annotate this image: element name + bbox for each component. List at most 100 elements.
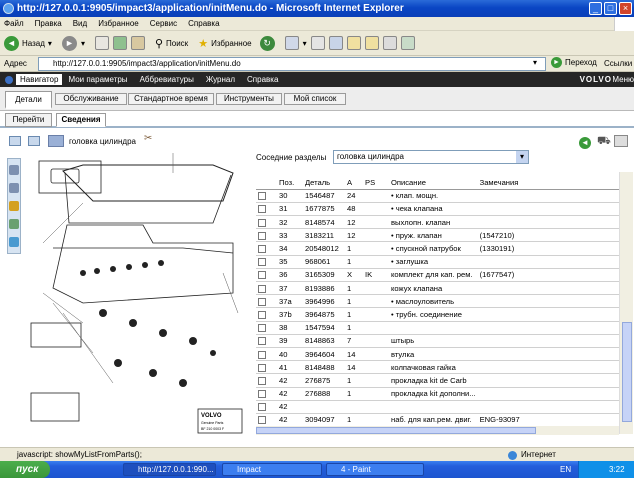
table-row[interactable]: 42: [256, 400, 624, 414]
go-button[interactable]: ► Переход: [551, 57, 597, 68]
tab-tools[interactable]: Инструменты: [216, 93, 282, 105]
vertical-scrollbar[interactable]: [619, 172, 633, 434]
scrollbar-thumb[interactable]: [622, 322, 632, 422]
nav-help[interactable]: Справка: [241, 74, 284, 85]
row-checkbox[interactable]: [258, 258, 266, 267]
task-ie[interactable]: http://127.0.0.1:990...: [123, 463, 216, 476]
table-row[interactable]: 36 3165309 X IK комплект для кап. рем. (16775…: [256, 268, 624, 282]
forward-arrow-icon[interactable]: ►: [61, 35, 77, 51]
reset-icon[interactable]: [9, 237, 19, 247]
table-row[interactable]: 37 8193886 1 кожух клапана: [256, 282, 624, 295]
menu-edit[interactable]: Правка: [35, 19, 62, 28]
tab-goto[interactable]: Перейти: [5, 113, 52, 127]
menu-file[interactable]: Файл: [4, 19, 24, 28]
window-title-bar[interactable]: http://127.0.0.1:9905/impact3/applicatio…: [0, 0, 634, 17]
task-paint[interactable]: 4 - Paint: [326, 463, 424, 476]
row-checkbox[interactable]: [258, 376, 266, 385]
folder-icon[interactable]: [346, 36, 361, 50]
address-input[interactable]: http://127.0.0.1:9905/impact3/applicatio…: [38, 57, 546, 71]
row-checkbox[interactable]: [258, 363, 266, 372]
tab-info[interactable]: Сведения: [56, 113, 106, 127]
row-checkbox[interactable]: [258, 271, 266, 280]
nav-journal[interactable]: Журнал: [200, 74, 241, 85]
row-checkbox[interactable]: [258, 403, 266, 412]
mail-icon[interactable]: [284, 36, 299, 50]
row-checkbox[interactable]: [258, 245, 266, 254]
row-checkbox[interactable]: [258, 390, 266, 399]
table-row[interactable]: 35 968061 1 • заглушка: [256, 255, 624, 269]
tools-icon[interactable]: ✂: [144, 133, 152, 144]
menu-help[interactable]: Справка: [188, 19, 219, 28]
start-button[interactable]: пуск: [0, 461, 50, 478]
shrink-icon[interactable]: [28, 136, 40, 146]
table-row[interactable]: 30 1546487 24 • клап. мощн.: [256, 189, 624, 203]
nav-my-settings[interactable]: Мои параметры: [62, 74, 133, 85]
table-row[interactable]: 37a 3964996 1 • маслоуловитель: [256, 295, 624, 308]
col-a[interactable]: A: [345, 176, 363, 189]
exploded-diagram[interactable]: VOLVO Genuine Parts BF 210 0003 F: [23, 153, 244, 435]
col-description[interactable]: Описание: [389, 176, 478, 189]
row-checkbox[interactable]: [258, 324, 266, 333]
search-button[interactable]: ⚲ Поиск: [155, 37, 188, 50]
history-icon[interactable]: ↻: [259, 35, 275, 51]
col-part[interactable]: Деталь: [303, 176, 345, 189]
table-row[interactable]: 42 276888 1 прокладка kit дополни...: [256, 387, 624, 401]
row-checkbox[interactable]: [258, 231, 266, 240]
scrollbar-thumb[interactable]: [256, 427, 536, 434]
table-row[interactable]: 33 3183211 12 • пруж. клапан (1547210): [256, 229, 624, 242]
tools-icon[interactable]: [382, 36, 397, 50]
row-checkbox[interactable]: [258, 297, 266, 306]
row-checkbox[interactable]: [258, 205, 266, 214]
task-impact[interactable]: Impact: [222, 463, 322, 476]
row-checkbox[interactable]: [258, 416, 266, 425]
table-row[interactable]: 38 1547594 1: [256, 321, 624, 335]
menu-view[interactable]: Вид: [73, 19, 87, 28]
table-row[interactable]: 31 1677875 48 • чека клапана: [256, 202, 624, 216]
language-indicator[interactable]: EN: [560, 465, 571, 474]
links-label[interactable]: Ссылки: [604, 59, 632, 68]
messenger-icon[interactable]: [364, 36, 379, 50]
col-pos[interactable]: Поз.: [277, 176, 303, 189]
tab-details[interactable]: Детали: [5, 91, 52, 109]
menu-tools[interactable]: Сервис: [150, 19, 177, 28]
table-row[interactable]: 37b 3964875 1 • трубн. соединение: [256, 308, 624, 322]
row-checkbox[interactable]: [258, 350, 266, 359]
tab-service[interactable]: Обслуживание: [55, 93, 127, 105]
research-icon[interactable]: [400, 36, 415, 50]
horizontal-scrollbar[interactable]: [256, 426, 619, 435]
nav-navigator[interactable]: Навигатор: [16, 74, 63, 85]
favorites-button[interactable]: ★ Избранное: [198, 37, 251, 50]
close-icon[interactable]: ×: [619, 2, 632, 15]
refresh-icon[interactable]: [112, 36, 127, 50]
back-button[interactable]: ◄ Назад ▾: [4, 35, 52, 51]
zoom-in-icon[interactable]: [9, 165, 19, 175]
chevron-down-icon[interactable]: ▾: [48, 39, 52, 48]
row-checkbox[interactable]: [258, 284, 266, 293]
edit-icon[interactable]: [328, 36, 343, 50]
row-checkbox[interactable]: [258, 218, 266, 227]
row-checkbox[interactable]: [258, 192, 266, 201]
zoom-out-icon[interactable]: [9, 183, 19, 193]
maximize-icon[interactable]: □: [604, 2, 617, 15]
row-checkbox[interactable]: [258, 337, 266, 346]
table-row[interactable]: 41 8148488 14 колпачковая гайка: [256, 361, 624, 374]
cart-icon[interactable]: ⛟: [597, 135, 611, 149]
table-row[interactable]: 40 3964604 14 втулка: [256, 347, 624, 361]
pan-icon[interactable]: [9, 201, 19, 211]
table-row[interactable]: 32 8148574 12 выхлопн. клапан: [256, 216, 624, 229]
col-remarks[interactable]: Замечания: [478, 176, 624, 189]
nav-abbreviations[interactable]: Аббревиатуры: [134, 74, 200, 85]
tab-standard-time[interactable]: Стандартное время: [128, 93, 214, 105]
table-row[interactable]: 42 3094097 1 наб. для кап.рем. двиг. ENG-930…: [256, 413, 624, 427]
print-icon[interactable]: [614, 135, 628, 147]
expand-icon[interactable]: [9, 136, 21, 146]
print-icon[interactable]: [310, 36, 325, 50]
stop-icon[interactable]: [94, 36, 109, 50]
row-checkbox[interactable]: [258, 310, 266, 319]
minimize-icon[interactable]: _: [589, 2, 602, 15]
table-row[interactable]: 42 276875 1 прокладка kit de Carb: [256, 374, 624, 387]
table-row[interactable]: 34 20548012 1 • спускной патрубок (1330191): [256, 242, 624, 256]
table-row[interactable]: 39 8148863 7 штырь: [256, 334, 624, 348]
chevron-down-icon[interactable]: ▾: [533, 58, 537, 67]
menu-link[interactable]: Меню: [612, 75, 634, 84]
